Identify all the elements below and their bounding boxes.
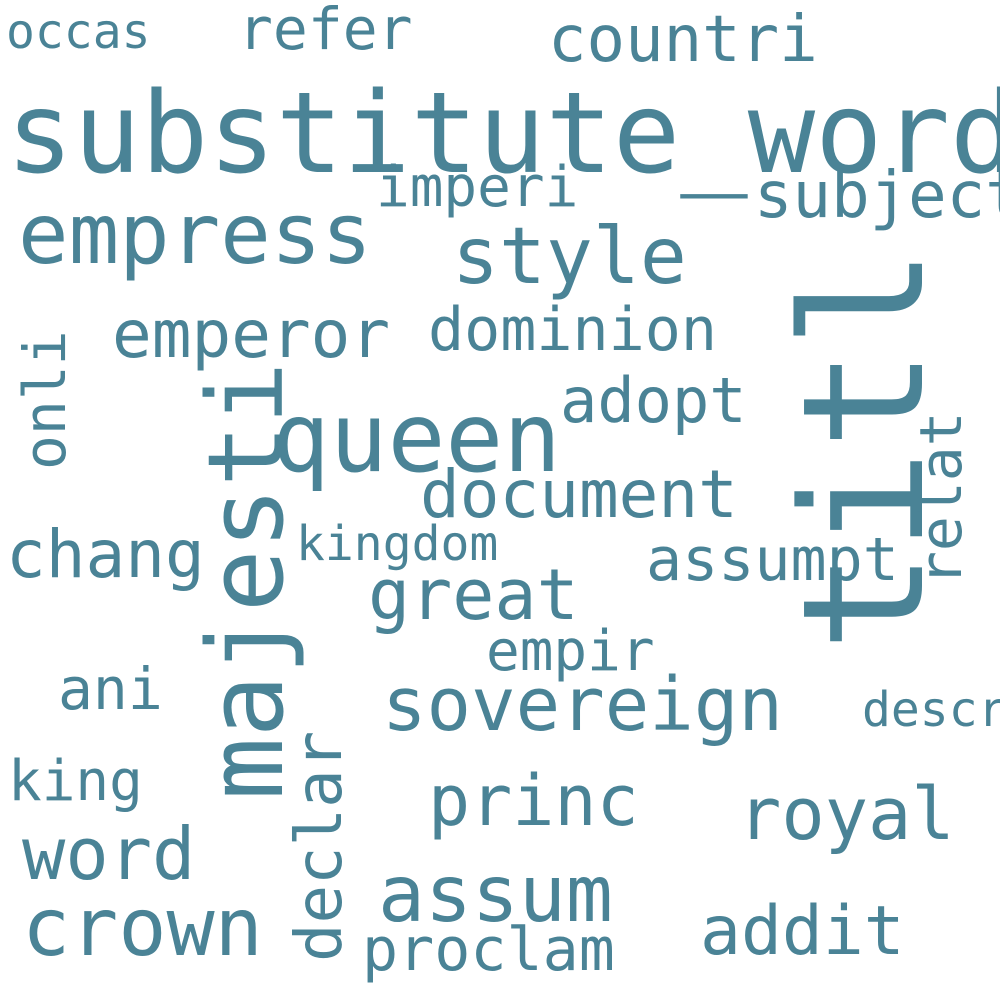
word-describ: kingdom <box>296 516 499 572</box>
word-empir: king <box>8 749 143 814</box>
word-assumpt: relat <box>907 411 975 586</box>
word-relat: empir <box>486 619 655 684</box>
word-chang: chang <box>6 516 205 593</box>
word-proclam: proclam <box>362 915 615 985</box>
word-cloud: substitute_word queen empress style crow… <box>0 0 1000 1000</box>
word-onli: describ <box>862 682 1000 738</box>
word-addit: addit <box>700 892 905 971</box>
word-declar: imperi <box>376 155 579 220</box>
word-princ: princ <box>428 760 639 842</box>
word-style: style <box>452 212 687 302</box>
word-empress: empress <box>18 185 373 283</box>
word-subject: declar <box>283 730 357 962</box>
word-kingdom: occas <box>6 4 151 60</box>
word-word: word <box>22 812 196 896</box>
word-king: ani <box>58 655 163 723</box>
word-adopt: adopt <box>560 364 747 437</box>
word-dominion: dominion <box>428 295 717 365</box>
word-refer: onli <box>11 330 79 470</box>
word-crown: crown <box>22 881 263 974</box>
word-occas: refer <box>238 0 413 63</box>
word-countri: countri <box>548 3 818 77</box>
word-royal: royal <box>738 772 955 856</box>
word-emperor: emperor <box>112 296 391 373</box>
word-imperi: subject <box>754 159 1000 233</box>
